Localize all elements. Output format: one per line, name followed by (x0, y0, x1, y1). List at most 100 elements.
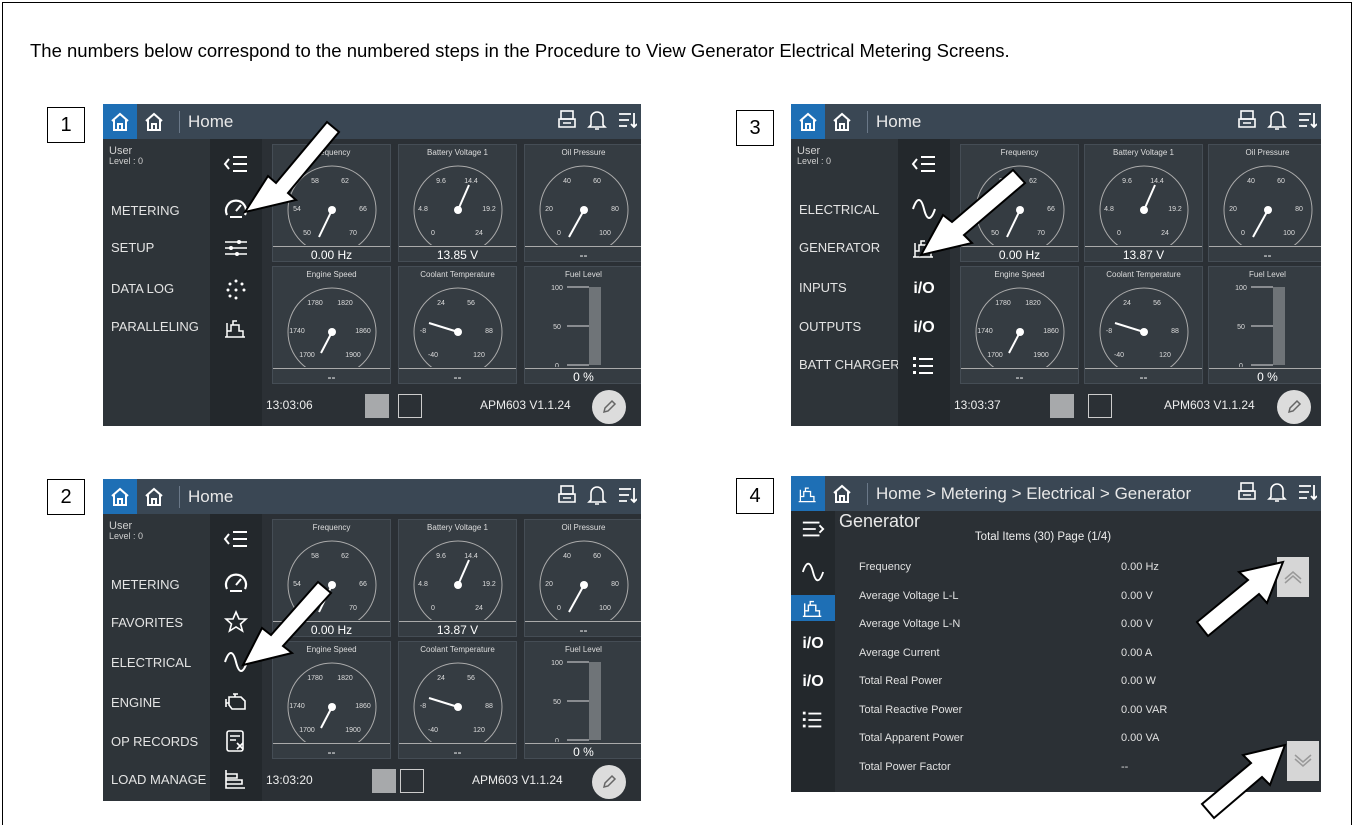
page-up-button[interactable] (1277, 557, 1309, 597)
nav-op-records[interactable]: OP RECORDS (111, 734, 198, 749)
gauge-tick-label: -40 (428, 352, 438, 359)
table-value: 0.00 V (1121, 590, 1153, 602)
gauge-tick-label: 0 (557, 605, 561, 612)
version-label: APM603 V1.1.24 (472, 773, 563, 787)
items-summary: Total Items (30) Page (1/4) (974, 531, 1112, 543)
printer-icon[interactable] (557, 484, 577, 506)
gauge-tick-label: 62 (341, 178, 349, 185)
star-icon[interactable] (210, 609, 262, 635)
nav-batt-charger[interactable]: BATT CHARGER (799, 357, 900, 372)
status-square-empty[interactable] (398, 394, 422, 418)
home-icon[interactable] (825, 476, 859, 511)
inputs-icon[interactable]: i/O (898, 276, 950, 302)
sort-icon[interactable] (617, 484, 637, 506)
bell-icon[interactable] (587, 484, 607, 506)
nav-engine[interactable]: ENGINE (111, 695, 161, 710)
nav-favorites[interactable]: FAVORITES (111, 615, 183, 630)
status-square-empty[interactable] (1088, 394, 1112, 418)
home-icon[interactable] (825, 104, 859, 139)
sine-wave-icon[interactable] (210, 649, 262, 675)
top-bar: Home (103, 104, 641, 139)
status-square-filled[interactable] (365, 394, 389, 418)
sort-icon[interactable] (617, 109, 637, 131)
gauge-tick-label: 1700 (987, 352, 1003, 359)
sine-wave-icon[interactable] (791, 559, 835, 585)
sort-icon[interactable] (1297, 109, 1317, 131)
edit-pencil-button[interactable] (1277, 390, 1311, 424)
bell-icon[interactable] (1267, 481, 1287, 503)
collapse-menu-icon[interactable] (210, 526, 262, 552)
table-row: Average Voltage L-L (859, 590, 959, 602)
breadcrumb: Home (867, 110, 921, 133)
nav-electrical[interactable]: ELECTRICAL (799, 202, 879, 217)
edit-pencil-button[interactable] (592, 765, 626, 799)
engine-icon[interactable] (210, 689, 262, 715)
gauge-icon[interactable] (210, 570, 262, 596)
sort-icon[interactable] (1297, 481, 1317, 503)
nav-data-log[interactable]: DATA LOG (111, 281, 174, 296)
home-icon[interactable] (791, 104, 825, 139)
status-square-filled[interactable] (372, 769, 396, 793)
home-icon[interactable] (137, 104, 171, 139)
gauge-tick-label: 100 (551, 660, 563, 667)
outputs-icon[interactable]: i/O (791, 669, 835, 695)
nav-load-manage[interactable]: LOAD MANAGE (111, 772, 206, 787)
gauge-tick-label: 0 (555, 738, 559, 742)
gauge-tick-label: 66 (359, 206, 367, 213)
inputs-icon[interactable]: i/O (791, 631, 835, 657)
printer-icon[interactable] (1237, 109, 1257, 131)
gauge-panel: Frequency 58 62 54 66 50 70 0.00 Hz Battery Vol… (950, 144, 1321, 386)
nav-metering[interactable]: METERING (111, 577, 180, 592)
status-square-empty[interactable] (400, 769, 424, 793)
home-icon[interactable] (103, 479, 137, 514)
expand-menu-icon[interactable] (791, 516, 835, 542)
top-bar: Home > Metering > Electrical > Generator (791, 476, 1321, 511)
bell-icon[interactable] (587, 109, 607, 131)
collapse-menu-icon[interactable] (210, 151, 262, 177)
nav-electrical[interactable]: ELECTRICAL (111, 655, 191, 670)
gauge-tick-label: 1900 (1033, 352, 1049, 359)
printer-icon[interactable] (557, 109, 577, 131)
page-down-button[interactable] (1287, 741, 1319, 781)
gauge-tick-label: 1820 (337, 675, 353, 682)
collapse-menu-icon[interactable] (898, 151, 950, 177)
edit-pencil-button[interactable] (592, 390, 626, 424)
gauge-tick-label: 120 (1159, 352, 1171, 359)
gauge-icon[interactable] (210, 196, 262, 222)
table-value: 0.00 A (1121, 647, 1153, 659)
gauge-tick-label: -40 (1114, 352, 1124, 359)
paralleling-icon[interactable] (210, 315, 262, 341)
generator-icon[interactable] (791, 476, 825, 511)
list-icon[interactable] (791, 707, 835, 733)
screenshot-4: Home > Metering > Electrical > Generator… (791, 476, 1321, 792)
generator-icon[interactable] (898, 235, 950, 261)
gauge-tick-label: 62 (341, 553, 349, 560)
gauge-tick-label: 66 (359, 581, 367, 588)
nav-metering[interactable]: METERING (111, 203, 180, 218)
nav-setup[interactable]: SETUP (111, 240, 154, 255)
generator-icon[interactable] (791, 595, 835, 621)
gauge-tick-label: 54 (293, 206, 301, 213)
table-value: 0.00 VA (1121, 732, 1160, 744)
home-icon[interactable] (103, 104, 137, 139)
home-icon[interactable] (137, 479, 171, 514)
nav-column: User Level : 0 METERING SETUP DATA LOG PA… (103, 139, 210, 426)
list-icon[interactable] (898, 353, 950, 379)
nav-paralleling[interactable]: PARALLELING (111, 319, 199, 334)
load-manage-icon[interactable] (210, 766, 262, 792)
nav-outputs[interactable]: OUTPUTS (799, 319, 861, 334)
nav-inputs[interactable]: INPUTS (799, 280, 847, 295)
gauge-tick-label: 40 (1247, 178, 1255, 185)
printer-icon[interactable] (1237, 481, 1257, 503)
status-square-filled[interactable] (1050, 394, 1074, 418)
nav-generator[interactable]: GENERATOR (799, 240, 880, 255)
op-records-icon[interactable] (210, 728, 262, 754)
generator-panel: Generator Total Items (30) Page (1/4) Fr… (835, 511, 1321, 792)
bell-icon[interactable] (1267, 109, 1287, 131)
outputs-icon[interactable]: i/O (898, 315, 950, 341)
sine-wave-icon[interactable] (898, 196, 950, 222)
gauge-tick-label: 54 (293, 581, 301, 588)
settings-sliders-icon[interactable] (210, 235, 262, 261)
data-log-dots-icon[interactable] (210, 277, 262, 303)
gauge-frequency: Frequency 58 62 54 66 50 70 0.00 Hz (960, 144, 1079, 262)
